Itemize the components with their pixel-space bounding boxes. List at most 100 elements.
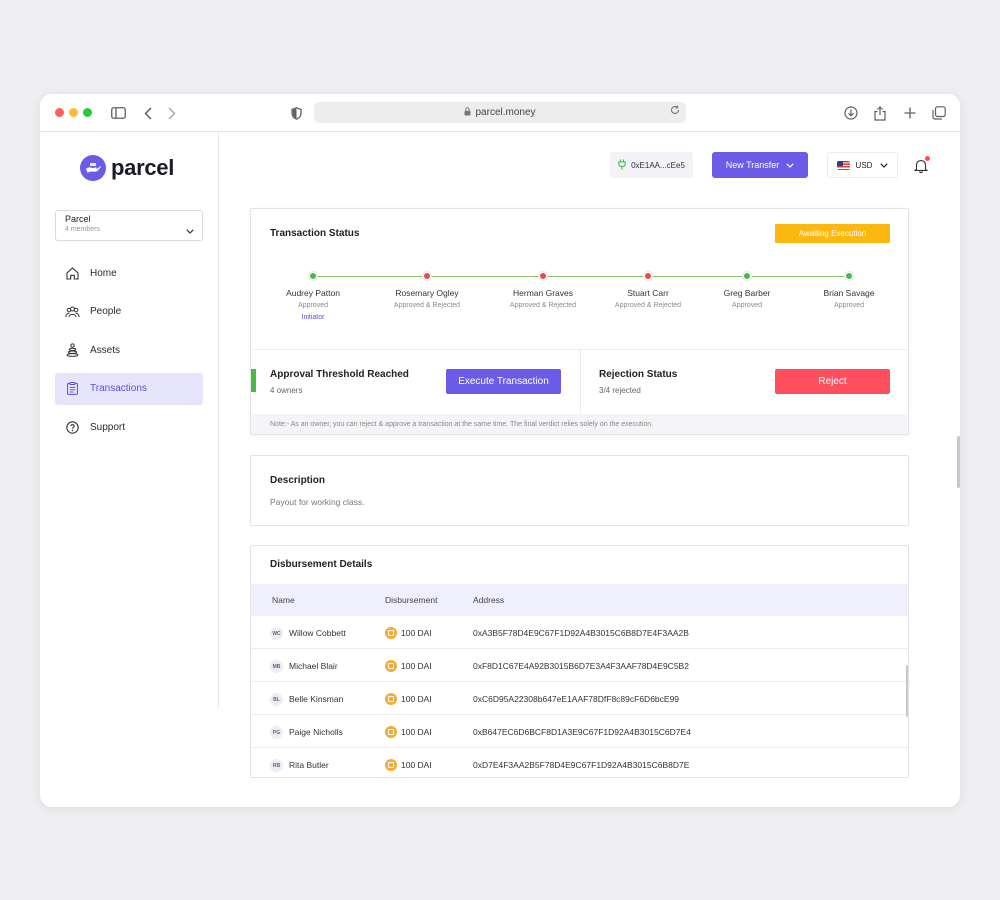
sidebar: parcel Parcel 4 members Home People Asse… (40, 132, 219, 708)
recipient-address: 0xB647EC6D6BCF8D1A3E9C67F1D92A4B3015C6D7… (473, 727, 691, 737)
owner-status-dot (423, 272, 431, 280)
tab-overview-icon[interactable] (929, 103, 949, 123)
table-row[interactable]: PG Paige Nicholls 100 DAI 0xB647EC6D6BCF… (251, 715, 908, 748)
sidebar-item-support[interactable]: Support (55, 411, 203, 443)
avatar: RB (270, 759, 283, 772)
logo-text: parcel (111, 155, 175, 180)
chevron-down-icon (880, 162, 889, 168)
sidebar-item-label: Assets (90, 344, 121, 356)
sidebar-item-label: Home (90, 267, 117, 279)
owner-name: Brian Savage (823, 288, 875, 298)
owner-status: Approved & Rejected (393, 302, 461, 309)
parcel-logo[interactable]: parcel (80, 155, 174, 181)
recipient-address: 0xF8D1C67E4A92B3015B6D7E3A4F3AAF78D4E9C5… (473, 661, 689, 671)
organization-selector[interactable]: Parcel 4 members (55, 210, 203, 241)
notification-badge (925, 156, 930, 161)
owner-status: Approved (732, 302, 762, 309)
wallet-address: 0xE1AA...cEe5 (631, 160, 685, 170)
owner-name: Rosemary Ogley (395, 288, 459, 298)
owner-status: Approved & Rejected (614, 302, 682, 309)
reject-button[interactable]: Reject (775, 369, 890, 394)
sidebar-item-people[interactable]: People (55, 296, 203, 328)
avatar: PG (270, 726, 283, 739)
maximize-window-button[interactable] (83, 108, 92, 117)
description-title: Description (270, 475, 326, 486)
recipient-address: 0xA3B5F78D4E9C67F1D92A4B3015C6B8D7E4F3AA… (473, 628, 689, 638)
reload-icon[interactable] (670, 105, 680, 118)
owner-name: Greg Barber (723, 288, 771, 298)
organization-name: Parcel (65, 214, 91, 224)
recipient-address: 0xD7E4F3AA2B5F78D4E9C67F1D92A4B3015C6B8D… (473, 760, 690, 770)
execute-transaction-button[interactable]: Execute Transaction (446, 369, 561, 394)
dai-coin-icon (385, 759, 397, 771)
organization-members: 4 members (65, 226, 101, 233)
approval-threshold-count: 4 owners (270, 386, 303, 395)
divider (580, 350, 581, 414)
sidebar-item-home[interactable]: Home (55, 257, 203, 289)
sidebar-item-label: People (90, 306, 122, 317)
download-icon[interactable] (841, 103, 861, 123)
owner-status: Approved (834, 302, 864, 309)
page-scrollbar[interactable] (957, 436, 960, 488)
sidebar-item-label: Support (90, 421, 126, 433)
transaction-status-title: Transaction Status (270, 228, 360, 239)
notification-bell-icon[interactable] (914, 156, 930, 174)
browser-window: parcel.money parcel Parcel 4 members Hom… (40, 94, 960, 807)
disbursement-amount: 100 DAI (401, 661, 432, 671)
owner-name: Audrey Patton (286, 288, 340, 298)
owner-status: Approved (298, 302, 328, 309)
recipient-name: Rita Butler (289, 760, 329, 770)
wallet-address-button[interactable]: 0xE1AA...cEe5 (610, 152, 693, 178)
approval-threshold-title: Approval Threshold Reached (270, 369, 409, 380)
address-bar[interactable]: parcel.money (314, 102, 686, 123)
share-icon[interactable] (870, 103, 890, 123)
sidebar-item-assets[interactable]: Assets (55, 334, 203, 366)
status-badge: Awaiting Execution (775, 224, 890, 243)
url-text: parcel.money (475, 107, 536, 118)
table-row[interactable]: MB Michael Blair 100 DAI 0xF8D1C67E4A92B… (251, 649, 908, 682)
back-icon[interactable] (138, 103, 158, 123)
dai-coin-icon (385, 726, 397, 738)
forward-icon[interactable] (162, 103, 182, 123)
sidebar-toggle-icon[interactable] (108, 103, 128, 123)
description-text: Payout for working class. (270, 497, 365, 507)
close-window-button[interactable] (55, 108, 64, 117)
table-scrollbar[interactable] (906, 665, 908, 717)
lock-icon (464, 106, 471, 119)
rejection-status-title: Rejection Status (599, 369, 678, 380)
sidebar-item-transactions[interactable]: Transactions (55, 372, 203, 405)
disbursement-amount: 100 DAI (401, 760, 432, 770)
owner-status-dot (644, 272, 652, 280)
owner-note: Note:- As an owner, you can reject & app… (251, 414, 908, 434)
shield-icon[interactable] (286, 103, 306, 123)
new-transfer-button[interactable]: New Transfer (712, 152, 808, 178)
sidebar-nav: Home People Assets Transactions Support (55, 257, 203, 450)
currency-selector[interactable]: USD (827, 152, 898, 178)
owner-name: Stuart Carr (627, 288, 669, 298)
table-row[interactable]: BL Belle Kinsman 100 DAI 0xC6D95A22308b6… (251, 682, 908, 715)
table-row[interactable]: WC Willow Cobbett 100 DAI 0xA3B5F78D4E9C… (251, 616, 908, 649)
minimize-window-button[interactable] (69, 108, 78, 117)
assets-icon (64, 342, 80, 358)
description-card: Description Payout for working class. (250, 455, 909, 526)
disbursement-card: Disbursement Details Name Disbursement A… (250, 545, 909, 778)
browser-toolbar: parcel.money (40, 94, 960, 132)
dai-coin-icon (385, 693, 397, 705)
table-row[interactable]: RB Rita Butler 100 DAI 0xD7E4F3AA2B5F78D… (251, 748, 908, 781)
owner-name: Herman Graves (513, 288, 573, 298)
recipient-name: Belle Kinsman (289, 694, 344, 704)
table-header: Name Disbursement Address (251, 584, 908, 616)
approval-timeline-line (313, 276, 850, 277)
recipient-name: Paige Nicholls (289, 727, 343, 737)
avatar: WC (270, 627, 283, 640)
avatar: BL (270, 693, 283, 706)
rejection-status-count: 3/4 rejected (599, 386, 641, 395)
transactions-icon (64, 381, 80, 397)
chevron-down-icon (186, 221, 194, 239)
recipient-name: Michael Blair (289, 661, 338, 671)
new-tab-icon[interactable] (900, 103, 920, 123)
column-header-address: Address (473, 595, 505, 605)
column-header-disbursement: Disbursement (385, 595, 438, 605)
column-header-name: Name (272, 595, 295, 605)
recipient-name: Willow Cobbett (289, 628, 346, 638)
